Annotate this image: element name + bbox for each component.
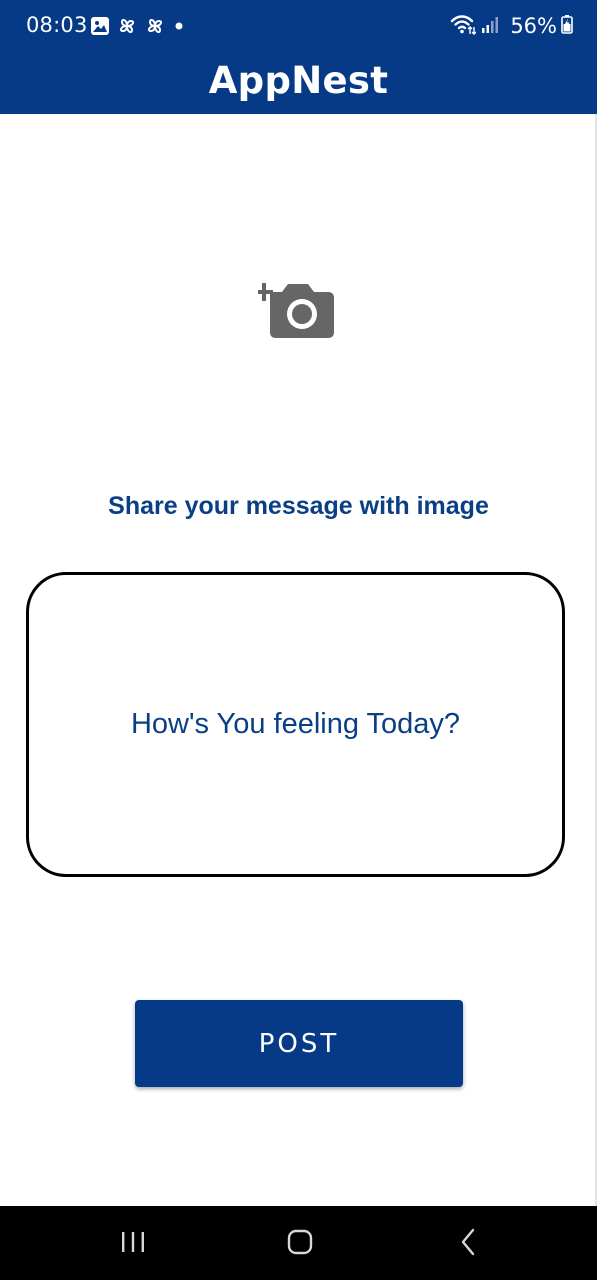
app-title: AppNest	[208, 59, 389, 102]
pinwheel-icon	[144, 15, 166, 37]
home-icon	[286, 1229, 314, 1259]
status-time: 08:03	[26, 13, 88, 37]
wifi-icon	[450, 13, 477, 39]
back-icon	[457, 1228, 479, 1260]
home-button[interactable]	[280, 1228, 320, 1260]
recent-apps-icon	[119, 1230, 147, 1258]
notification-icons	[90, 14, 186, 38]
add-photo-icon	[255, 283, 338, 346]
message-input[interactable]	[29, 707, 562, 742]
message-box[interactable]	[26, 572, 565, 877]
navigation-bar	[0, 1206, 597, 1280]
back-button[interactable]	[448, 1228, 488, 1260]
share-message-label: Share your message with image	[108, 492, 489, 520]
system-status-icons: 56%	[450, 12, 573, 40]
pinwheel-icon	[116, 15, 138, 37]
status-bar: 08:03 56%	[0, 0, 597, 52]
battery-icon	[561, 14, 573, 38]
gallery-icon	[90, 16, 110, 36]
battery-level: 56%	[510, 14, 557, 38]
post-button[interactable]: POST	[135, 1000, 463, 1087]
signal-icon	[480, 13, 500, 39]
notification-dot-icon	[172, 19, 186, 33]
recent-apps-button[interactable]	[113, 1228, 153, 1260]
add-photo-button[interactable]	[255, 270, 338, 342]
app-header: 08:03 56% AppNest	[0, 0, 597, 114]
screen: 08:03 56% AppNest Share your message wit…	[0, 0, 597, 1280]
